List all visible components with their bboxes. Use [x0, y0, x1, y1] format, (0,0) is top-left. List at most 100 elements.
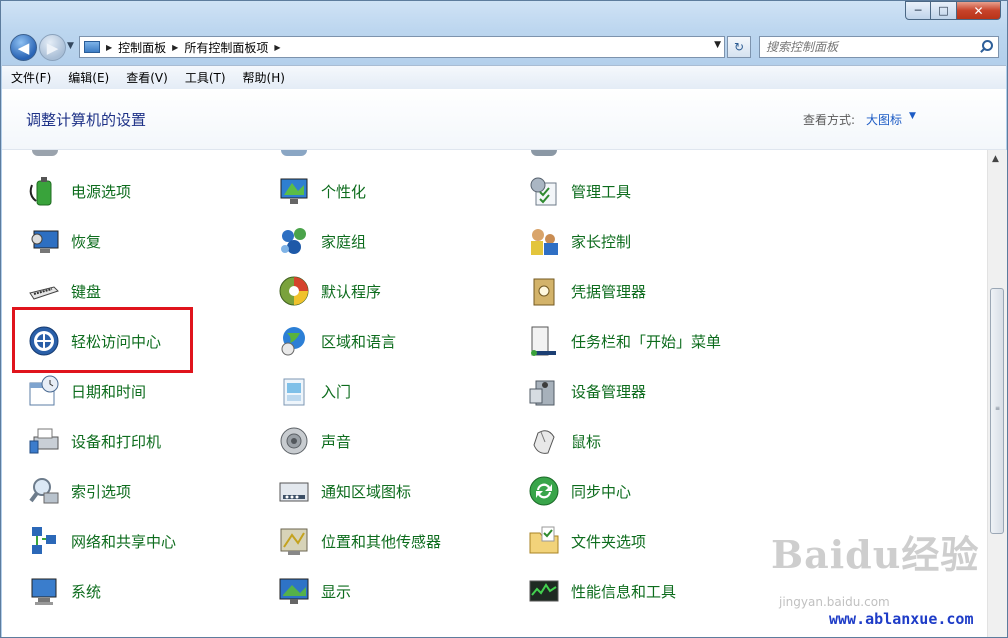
control-panel-item[interactable]: 设备和打印机: [28, 424, 161, 458]
admin-tools-icon: [528, 175, 560, 207]
region-language-icon: [278, 325, 310, 357]
parental-controls-icon: [528, 225, 560, 257]
partial-item-icon: [32, 150, 58, 156]
homegroup-icon: [278, 225, 310, 257]
close-button[interactable]: ✕: [957, 1, 1001, 20]
control-panel-item-label: 家长控制: [571, 232, 632, 251]
control-panel-item[interactable]: 鼠标: [528, 424, 601, 458]
network-sharing-icon: [28, 525, 60, 557]
control-panel-item[interactable]: 设备管理器: [528, 374, 646, 408]
control-panel-item-label: 网络和共享中心: [71, 532, 177, 551]
mouse-icon: [528, 425, 560, 457]
control-panel-window: ─ □ ✕ ◀ ▶ ▼ ▶ 控制面板 ▶ 所有控制面板项 ▶ ▼ ↻ 文件(F)…: [0, 0, 1008, 638]
control-panel-item[interactable]: 同步中心: [528, 474, 631, 508]
vertical-scrollbar[interactable]: ▲ ≡: [987, 150, 1007, 637]
control-panel-item[interactable]: 键盘: [28, 274, 101, 308]
sound-icon: [278, 425, 310, 457]
control-panel-item-label: 区域和语言: [321, 332, 397, 351]
control-panel-item-label: 通知区域图标: [321, 482, 412, 501]
control-panel-item[interactable]: 电源选项: [28, 174, 131, 208]
control-panel-item[interactable]: 家长控制: [528, 224, 631, 258]
getting-started-icon: [278, 375, 310, 407]
breadcrumb-separator-icon[interactable]: ▶: [106, 43, 112, 52]
control-panel-item-label: 设备和打印机: [71, 432, 162, 451]
chevron-down-icon[interactable]: ▼: [909, 111, 916, 121]
control-panel-item[interactable]: 日期和时间: [28, 374, 146, 408]
control-panel-item-label: 家庭组: [321, 232, 367, 251]
recent-pages-dropdown[interactable]: ▼: [67, 41, 74, 51]
control-panel-item[interactable]: 个性化: [278, 174, 366, 208]
breadcrumb-separator-icon[interactable]: ▶: [172, 43, 178, 52]
control-panel-item-label: 日期和时间: [71, 382, 147, 401]
control-panel-item[interactable]: 入门: [278, 374, 351, 408]
control-panel-item-label: 索引选项: [71, 482, 132, 501]
control-panel-item-label: 显示: [321, 582, 352, 601]
highlight-box: [12, 307, 193, 373]
control-panel-item-label: 入门: [321, 382, 352, 401]
address-dropdown-icon[interactable]: ▼: [714, 40, 721, 50]
control-panel-item[interactable]: 网络和共享中心: [28, 524, 176, 558]
performance-icon: [528, 575, 560, 607]
back-button[interactable]: ◀: [10, 34, 37, 61]
notification-area-icon: [278, 475, 310, 507]
menu-file[interactable]: 文件(F): [2, 69, 59, 86]
content-header: 调整计算机的设置 查看方式: 大图标 ▼: [2, 89, 1006, 150]
control-panel-item[interactable]: 通知区域图标: [278, 474, 411, 508]
control-panel-item[interactable]: 声音: [278, 424, 351, 458]
control-panel-item-label: 声音: [321, 432, 352, 451]
menu-help[interactable]: 帮助(H): [234, 69, 293, 86]
control-panel-item[interactable]: 性能信息和工具: [528, 574, 676, 608]
control-panel-item-label: 同步中心: [571, 482, 632, 501]
control-panel-item[interactable]: 系统: [28, 574, 101, 608]
control-panel-item-label: 电源选项: [71, 182, 132, 201]
credential-manager-icon: [528, 275, 560, 307]
control-panel-item[interactable]: 区域和语言: [278, 324, 396, 358]
search-box[interactable]: [759, 36, 999, 58]
control-panel-item-label: 文件夹选项: [571, 532, 647, 551]
maximize-button[interactable]: □: [931, 1, 957, 20]
system-icon: [28, 575, 60, 607]
menu-edit[interactable]: 编辑(E): [59, 69, 117, 86]
devices-printers-icon: [28, 425, 60, 457]
control-panel-item[interactable]: 位置和其他传感器: [278, 524, 441, 558]
scroll-up-icon[interactable]: ▲: [992, 154, 999, 164]
grip-icon: ≡: [995, 405, 1001, 412]
control-panel-item[interactable]: 索引选项: [28, 474, 131, 508]
minimize-button[interactable]: ─: [905, 1, 931, 20]
control-panel-item[interactable]: 管理工具: [528, 174, 631, 208]
control-panel-item[interactable]: 家庭组: [278, 224, 366, 258]
control-panel-item-label: 设备管理器: [571, 382, 647, 401]
control-panel-item[interactable]: 任务栏和「开始」菜单: [528, 324, 721, 358]
view-by-dropdown[interactable]: 大图标: [866, 111, 902, 128]
control-panel-item-label: 性能信息和工具: [571, 582, 677, 601]
control-panel-item-label: 凭据管理器: [571, 282, 647, 301]
scroll-thumb[interactable]: ≡: [990, 288, 1004, 534]
page-title: 调整计算机的设置: [26, 111, 147, 129]
control-panel-item-label: 默认程序: [321, 282, 382, 301]
folder-options-icon: [528, 525, 560, 557]
control-panel-item-label: 鼠标: [571, 432, 602, 451]
menu-view[interactable]: 查看(V): [117, 69, 176, 86]
breadcrumb-all-items[interactable]: 所有控制面板项: [184, 39, 268, 56]
address-bar[interactable]: ▶ 控制面板 ▶ 所有控制面板项 ▶ ▼: [79, 36, 725, 58]
control-panel-item[interactable]: 默认程序: [278, 274, 381, 308]
control-panel-item-label: 任务栏和「开始」菜单: [571, 332, 722, 351]
control-panel-item[interactable]: 文件夹选项: [528, 524, 646, 558]
location-sensors-icon: [278, 525, 310, 557]
refresh-button[interactable]: ↻: [727, 36, 751, 58]
breadcrumb-separator-icon[interactable]: ▶: [274, 43, 280, 52]
sync-center-icon: [528, 475, 560, 507]
forward-button[interactable]: ▶: [39, 34, 66, 61]
control-panel-item-label: 管理工具: [571, 182, 632, 201]
control-panel-item[interactable]: 凭据管理器: [528, 274, 646, 308]
search-input[interactable]: [760, 39, 979, 55]
search-icon[interactable]: [979, 40, 993, 54]
recovery-icon: [28, 225, 60, 257]
watermark-subtext: jingyan.baidu.com: [779, 595, 890, 609]
keyboard-icon: [28, 275, 60, 307]
menu-tools[interactable]: 工具(T): [176, 69, 234, 86]
default-programs-icon: [278, 275, 310, 307]
breadcrumb-control-panel[interactable]: 控制面板: [118, 39, 166, 56]
control-panel-item[interactable]: 显示: [278, 574, 351, 608]
control-panel-item[interactable]: 恢复: [28, 224, 101, 258]
